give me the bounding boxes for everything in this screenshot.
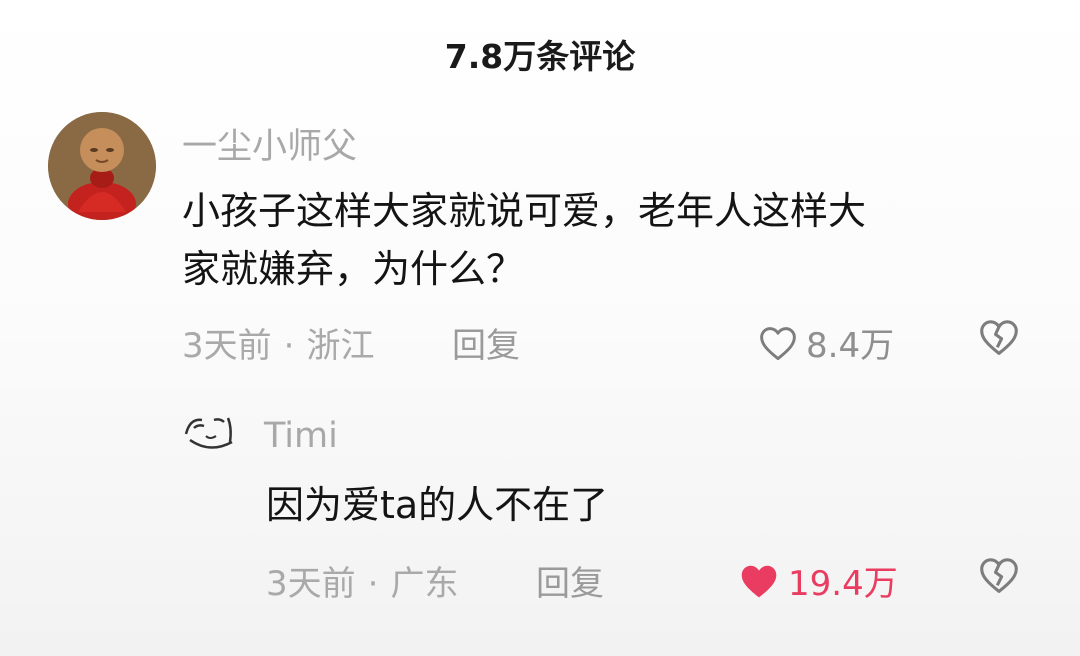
like-count: 8.4万 [806, 326, 895, 366]
reply-username[interactable]: Timi [264, 416, 338, 456]
comment-username[interactable]: 一尘小师父 [182, 118, 357, 169]
reply-location: 广东 [390, 564, 459, 604]
avatar[interactable] [48, 112, 156, 220]
meta-separator: · [367, 564, 379, 604]
comment-text-line: 小孩子这样大家就说可爱，老年人这样大 [182, 189, 867, 233]
reply-text: 因为爱ta的人不在了 [266, 483, 609, 527]
heart-filled-icon [738, 562, 780, 600]
broken-heart-icon[interactable] [978, 556, 1020, 594]
meta-separator: · [283, 326, 295, 366]
reply-like-count: 19.4万 [788, 564, 898, 604]
like-button[interactable]: 8.4万 [758, 318, 894, 367]
comment-count-title: 7.8万条评论 [444, 37, 636, 76]
broken-heart-icon[interactable] [978, 318, 1020, 356]
reply-avatar[interactable] [180, 408, 244, 466]
comment-text-line: 家就嫌弃，为什么？ [182, 247, 525, 291]
comment-text: 小孩子这样大家就说可爱，老年人这样大 家就嫌弃，为什么？ [182, 182, 866, 298]
reply-meta: 3天前 · 广东 [266, 556, 458, 605]
comment-meta: 3天前 · 浙江 [182, 318, 374, 367]
reply-time: 3天前 [266, 564, 356, 604]
reply-reply-button[interactable]: 回复 [536, 556, 604, 605]
reply-button[interactable]: 回复 [452, 318, 520, 367]
reply-like-button[interactable]: 19.4万 [738, 556, 898, 605]
comment-location: 浙江 [306, 326, 375, 366]
heart-outline-icon [758, 325, 798, 361]
comment-time: 3天前 [182, 326, 272, 366]
